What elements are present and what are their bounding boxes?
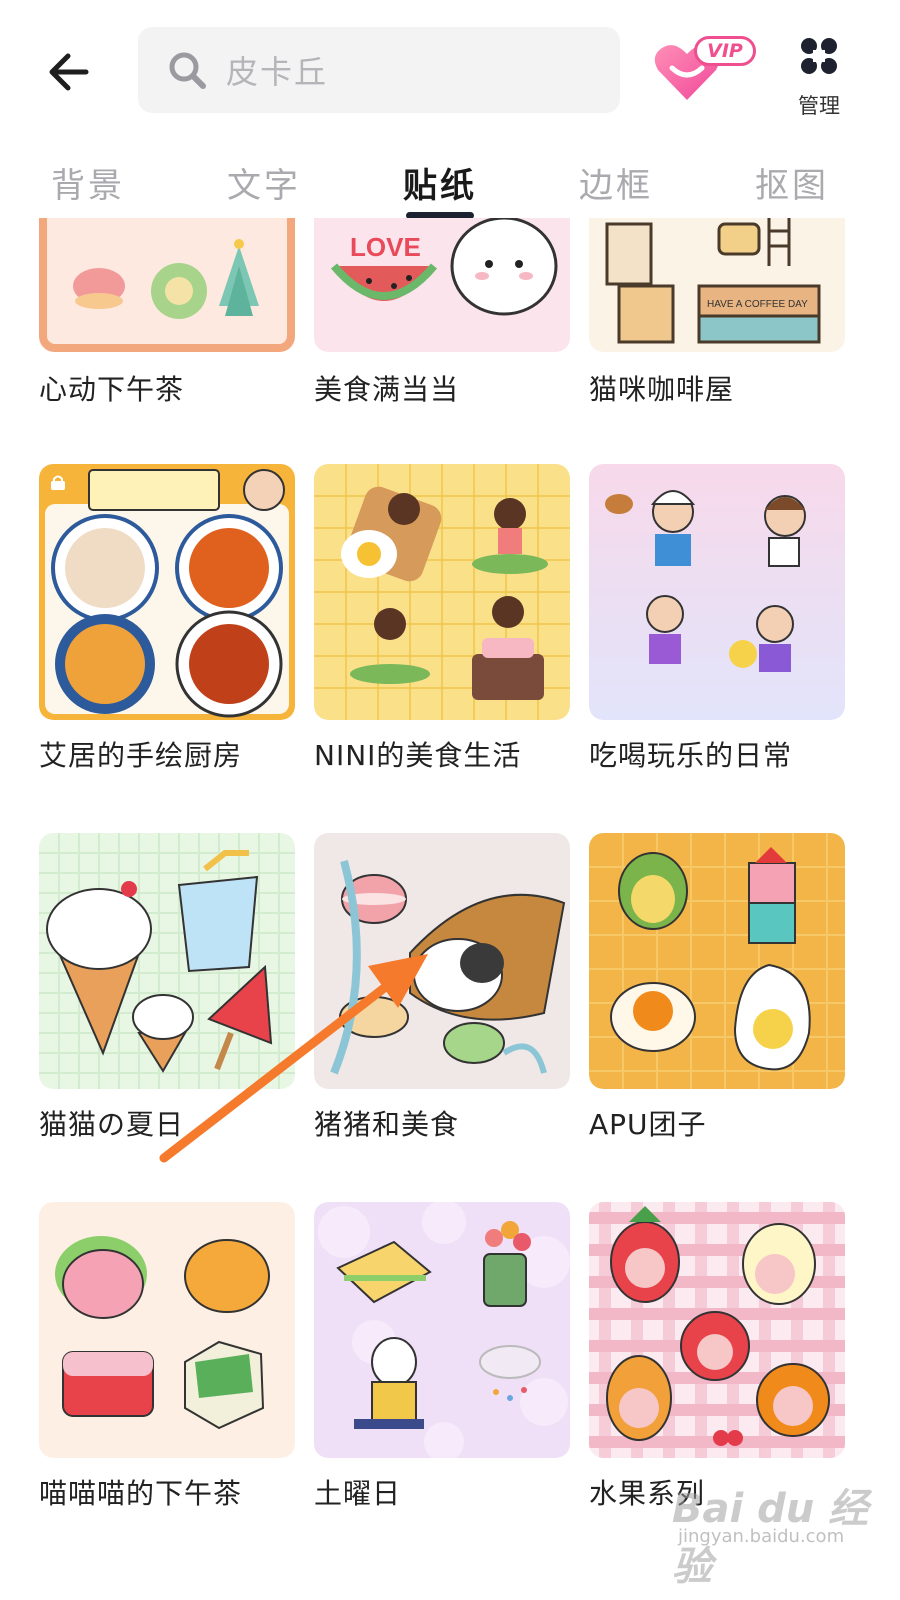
manage-label: 管理 xyxy=(798,94,840,118)
sticker-pack-card[interactable]: 艾居的手绘厨房 xyxy=(39,464,295,784)
category-tabs: 背景 文字 贴纸 边框 抠图 xyxy=(0,148,900,219)
sticker-pack-title: 猫咪咖啡屋 xyxy=(589,373,735,406)
tab-frames[interactable]: 边框 xyxy=(556,158,676,207)
sticker-pack-card[interactable]: 猪猪和美食 xyxy=(314,833,570,1153)
sticker-pack-thumbnail xyxy=(314,464,570,720)
back-arrow-icon xyxy=(49,53,89,91)
sticker-pack-card[interactable]: 土曜日 xyxy=(314,1202,570,1522)
sticker-pack-title: 心动下午茶 xyxy=(39,373,185,406)
vip-badge: VIP xyxy=(694,36,756,66)
svg-text:LOVE: LOVE xyxy=(350,232,421,262)
tab-stickers[interactable]: 贴纸 xyxy=(380,158,500,207)
sticker-pack-title: 喵喵喵的下午茶 xyxy=(39,1477,243,1510)
sticker-pack-thumbnail xyxy=(589,1202,845,1458)
sticker-pack-card[interactable]: 吃喝玩乐的日常 xyxy=(589,464,845,784)
sticker-pack-thumbnail xyxy=(39,218,295,352)
grid-manage-icon xyxy=(801,38,837,74)
tab-background[interactable]: 背景 xyxy=(28,158,148,207)
sticker-pack-thumbnail xyxy=(589,464,845,720)
sticker-pack-card[interactable]: HAVE A COFFEE DAY 猫咪咖啡屋 xyxy=(589,218,845,408)
sticker-pack-card[interactable]: 喵喵喵的下午茶 xyxy=(39,1202,295,1522)
search-bar[interactable]: 皮卡丘 xyxy=(138,27,620,113)
sticker-pack-thumbnail xyxy=(314,1202,570,1458)
sticker-pack-thumbnail: HAVE A COFFEE DAY xyxy=(589,218,845,352)
sticker-pack-thumbnail xyxy=(39,464,295,720)
sticker-pack-card[interactable]: APU团子 xyxy=(589,833,845,1153)
svg-text:HAVE A COFFEE DAY: HAVE A COFFEE DAY xyxy=(707,299,808,310)
sticker-pack-thumbnail xyxy=(39,833,295,1089)
sticker-pack-card[interactable]: LOVE 美食满当当 xyxy=(314,218,570,408)
watermark-url: jingyan.baidu.com xyxy=(678,1526,845,1547)
top-bar: 皮卡丘 VIP 管理 xyxy=(0,0,900,140)
sticker-pack-title: APU团子 xyxy=(589,1108,707,1141)
search-icon xyxy=(169,52,206,89)
sticker-pack-card[interactable]: 猫猫の夏日 xyxy=(39,833,295,1153)
sticker-pack-title: 土曜日 xyxy=(314,1477,402,1510)
sticker-pack-card[interactable]: 心动下午茶 xyxy=(39,218,295,408)
sticker-pack-title: NINI的美食生活 xyxy=(314,739,522,772)
search-placeholder: 皮卡丘 xyxy=(226,53,329,91)
sticker-pack-title: 美食满当当 xyxy=(314,373,460,406)
sticker-pack-thumbnail xyxy=(314,833,570,1089)
sticker-pack-thumbnail: LOVE xyxy=(314,218,570,352)
back-button[interactable] xyxy=(40,44,96,100)
sticker-pack-title: 吃喝玩乐的日常 xyxy=(589,739,793,772)
sticker-pack-grid: 心动下午茶 LOVE 美食满当当 HAVE A COFFEE DAY 猫咪咖啡屋 xyxy=(0,218,900,1600)
baidu-watermark: Bai du 经验 jingyan.baidu.com xyxy=(672,1470,872,1590)
lock-icon xyxy=(51,475,65,490)
sticker-pack-thumbnail xyxy=(589,833,845,1089)
sticker-pack-thumbnail xyxy=(39,1202,295,1458)
sticker-pack-title: 猫猫の夏日 xyxy=(39,1108,185,1141)
sticker-pack-card[interactable]: NINI的美食生活 xyxy=(314,464,570,784)
manage-button[interactable]: 管理 xyxy=(786,30,852,122)
sticker-pack-title: 艾居的手绘厨房 xyxy=(39,739,243,772)
sticker-pack-title: 猪猪和美食 xyxy=(314,1108,460,1141)
vip-button[interactable]: VIP xyxy=(652,30,756,106)
tab-text[interactable]: 文字 xyxy=(204,158,324,207)
tab-cutout[interactable]: 抠图 xyxy=(732,158,852,207)
